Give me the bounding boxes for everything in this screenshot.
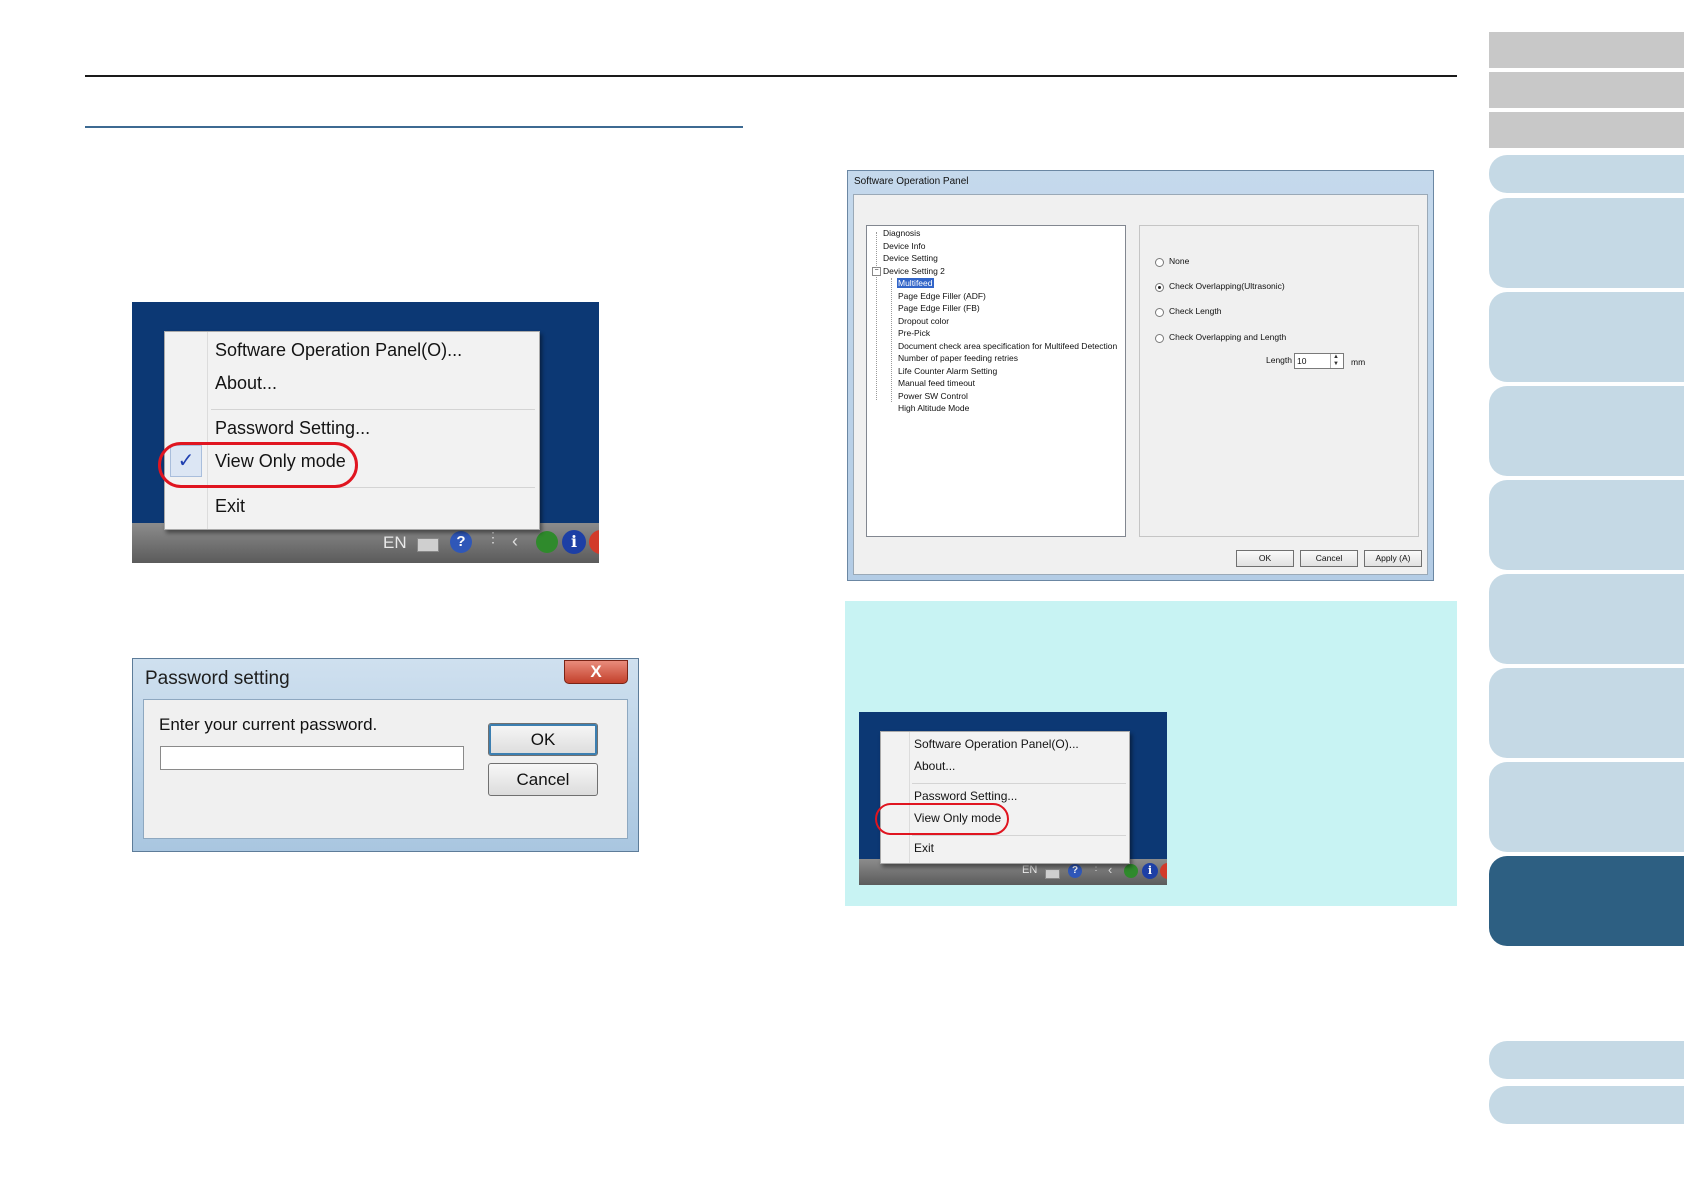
tree-line <box>876 232 878 400</box>
scanner-tray-icon[interactable] <box>1124 864 1138 878</box>
password-prompt: Enter your current password. <box>159 715 378 734</box>
radio-check-overlapping-and-length[interactable] <box>1155 334 1164 343</box>
current-password-field[interactable] <box>160 746 464 770</box>
apply-button[interactable]: Apply (A) <box>1364 550 1422 567</box>
settings-tree: Diagnosis Device Info Device Setting − D… <box>866 225 1126 537</box>
expand-tray-icon[interactable]: ⋮ <box>486 529 500 546</box>
context-menu: Software Operation Panel(O)... About... … <box>164 331 540 530</box>
chevron-left-icon[interactable]: ‹ <box>1108 862 1112 877</box>
highlight-view-only-mode <box>875 803 1009 835</box>
tree-item[interactable]: Document check area specification for Mu… <box>898 341 1117 351</box>
close-icon[interactable]: X <box>564 660 628 684</box>
nav-tab-chapter-2[interactable] <box>1489 198 1684 288</box>
scanner-tray-icon[interactable] <box>536 531 558 553</box>
radio-check-length[interactable] <box>1155 308 1164 317</box>
password-setting-dialog: Password setting X Enter your current pa… <box>132 658 639 852</box>
ok-button[interactable]: OK <box>1236 550 1294 567</box>
ok-button[interactable]: OK <box>488 723 598 756</box>
keyboard-icon[interactable] <box>1045 869 1060 879</box>
nav-tab-chapter-8[interactable] <box>1489 762 1684 852</box>
window-body: Diagnosis Device Info Device Setting − D… <box>853 194 1428 575</box>
dialog-body: Enter your current password. OK Cancel <box>143 699 628 839</box>
nav-tab-chapter-6[interactable] <box>1489 574 1684 664</box>
chevron-left-icon[interactable]: ‹ <box>512 531 518 552</box>
nav-tab-top-3[interactable] <box>1489 112 1684 148</box>
menu-separator <box>211 409 535 410</box>
multifeed-options: None Check Overlapping(Ultrasonic) Check… <box>1139 225 1419 537</box>
option-label: Check Overlapping and Length <box>1169 332 1287 342</box>
menu-gutter <box>207 332 208 529</box>
menu-item-about[interactable]: About... <box>914 759 955 773</box>
context-menu: Software Operation Panel(O)... About... … <box>880 731 1130 864</box>
tree-item-selected[interactable]: Multifeed <box>897 278 934 288</box>
tree-item[interactable]: Number of paper feeding retries <box>898 353 1018 363</box>
option-label: Check Length <box>1169 306 1222 316</box>
tree-item[interactable]: High Altitude Mode <box>898 403 969 413</box>
power-icon[interactable] <box>1160 863 1167 879</box>
nav-tab-chapter-7[interactable] <box>1489 668 1684 758</box>
tree-item[interactable]: Page Edge Filler (FB) <box>898 303 980 313</box>
tree-item[interactable]: Diagnosis <box>883 228 920 238</box>
radio-check-overlapping[interactable] <box>1155 283 1164 292</box>
help-icon[interactable]: ? <box>1068 864 1082 878</box>
menu-item-software-operation-panel[interactable]: Software Operation Panel(O)... <box>914 737 1079 751</box>
nav-tab-bottom-1[interactable] <box>1489 1041 1684 1079</box>
menu-item-password-setting[interactable]: Password Setting... <box>215 418 370 439</box>
tree-line <box>891 278 893 402</box>
info-icon[interactable]: i <box>1142 863 1158 879</box>
menu-item-exit[interactable]: Exit <box>914 841 934 855</box>
tree-item[interactable]: Power SW Control <box>898 391 968 401</box>
nav-tab-chapter-1[interactable] <box>1489 155 1684 193</box>
length-unit: mm <box>1351 357 1366 367</box>
screenshot-tray-menu: EN ? ⋮ ‹ i Software Operation Panel(O)..… <box>132 302 599 563</box>
software-operation-panel-window: Software Operation Panel Diagnosis Devic… <box>847 170 1434 581</box>
tray-language[interactable]: EN <box>383 533 407 553</box>
tree-item[interactable]: Device Setting <box>883 253 938 263</box>
header-rule <box>85 75 1457 77</box>
tree-item[interactable]: Manual feed timeout <box>898 378 975 388</box>
info-icon[interactable]: i <box>562 530 586 554</box>
menu-item-password-setting[interactable]: Password Setting... <box>914 789 1017 803</box>
tree-item[interactable]: Dropout color <box>898 316 949 326</box>
menu-item-about[interactable]: About... <box>215 373 277 394</box>
tree-item[interactable]: Device Setting 2 <box>883 266 945 276</box>
length-label: Length <box>1266 355 1292 365</box>
menu-item-software-operation-panel[interactable]: Software Operation Panel(O)... <box>215 340 462 361</box>
keyboard-icon[interactable] <box>417 538 439 552</box>
tree-item[interactable]: Device Info <box>883 241 926 251</box>
nav-tab-top-1[interactable] <box>1489 32 1684 68</box>
nav-tab-chapter-5[interactable] <box>1489 480 1684 570</box>
section-rule <box>85 126 743 128</box>
power-icon[interactable] <box>589 530 599 554</box>
menu-separator <box>912 783 1126 784</box>
nav-tab-chapter-4[interactable] <box>1489 386 1684 476</box>
tree-item[interactable]: Pre-Pick <box>898 328 930 338</box>
radio-none[interactable] <box>1155 258 1164 267</box>
nav-tab-chapter-9-active[interactable] <box>1489 856 1684 946</box>
collapse-icon[interactable]: − <box>872 267 881 276</box>
highlight-view-only-mode <box>158 442 358 488</box>
screenshot-tray-menu-small: EN ? ⋮ ‹ i Software Operation Panel(O)..… <box>859 712 1167 885</box>
tray-language[interactable]: EN <box>1022 864 1037 876</box>
spin-arrows-icon[interactable]: ▲ ▼ <box>1330 354 1341 368</box>
cancel-button[interactable]: Cancel <box>1300 550 1358 567</box>
menu-separator <box>912 835 1126 836</box>
option-label: Check Overlapping(Ultrasonic) <box>1169 281 1285 291</box>
option-label: None <box>1169 256 1190 266</box>
tree-item[interactable]: Life Counter Alarm Setting <box>898 366 997 376</box>
nav-tab-chapter-3[interactable] <box>1489 292 1684 382</box>
dialog-title: Password setting <box>145 668 290 689</box>
help-icon[interactable]: ? <box>450 531 472 553</box>
cancel-button[interactable]: Cancel <box>488 763 598 796</box>
menu-item-exit[interactable]: Exit <box>215 496 245 517</box>
window-title: Software Operation Panel <box>854 176 969 187</box>
menu-gutter <box>909 732 910 863</box>
nav-tab-bottom-2[interactable] <box>1489 1086 1684 1124</box>
tree-item[interactable]: Page Edge Filler (ADF) <box>898 291 986 301</box>
nav-tab-top-2[interactable] <box>1489 72 1684 108</box>
